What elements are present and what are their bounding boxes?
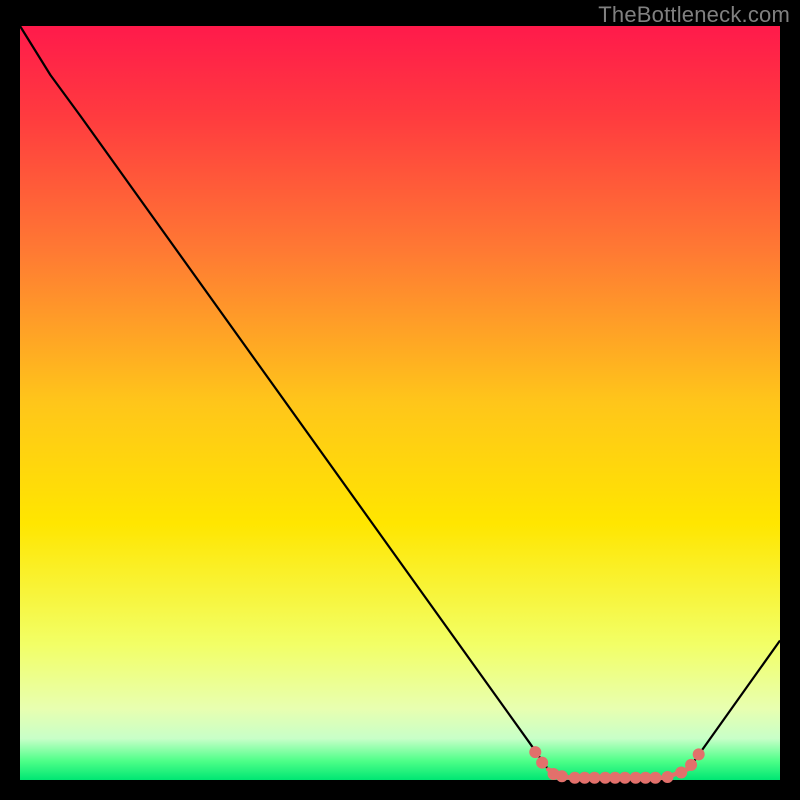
watermark-text: TheBottleneck.com: [598, 2, 790, 28]
data-marker: [693, 748, 705, 760]
gradient-background: [20, 26, 780, 780]
bottleneck-chart: [0, 0, 800, 800]
data-marker: [675, 766, 687, 778]
data-marker: [662, 771, 674, 783]
data-marker: [529, 746, 541, 758]
chart-frame: TheBottleneck.com: [0, 0, 800, 800]
data-marker: [556, 770, 568, 782]
data-marker: [619, 772, 631, 784]
data-marker: [536, 757, 548, 769]
data-marker: [589, 772, 601, 784]
data-marker: [685, 759, 697, 771]
data-marker: [649, 772, 661, 784]
